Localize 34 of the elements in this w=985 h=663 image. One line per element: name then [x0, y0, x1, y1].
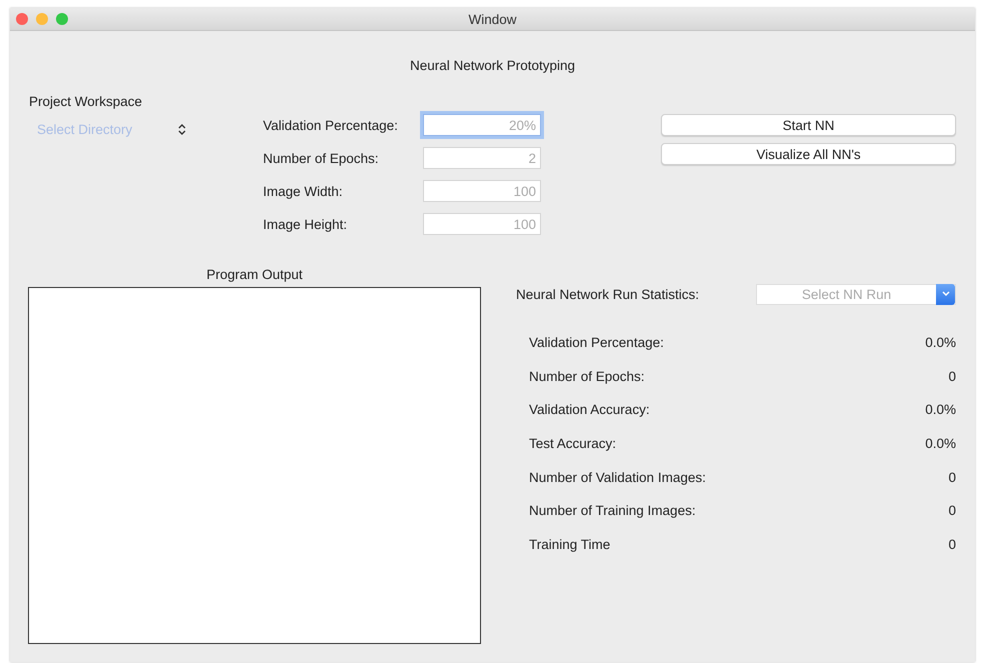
stat-label: Number of Epochs: [529, 368, 645, 384]
field-label: Validation Percentage: [263, 118, 399, 132]
input-field[interactable]: 2 [423, 147, 541, 169]
app-heading: Neural Network Prototyping [410, 58, 576, 73]
input-field[interactable]: 20% [423, 114, 541, 136]
section-label: Program Output [206, 267, 303, 282]
field-label: Number of Epochs: [263, 150, 380, 166]
stat-label: Training Time [529, 536, 610, 552]
section-label: Neural Network Run Statistics: [516, 286, 700, 302]
stat-label: Number of Training Images: [529, 503, 696, 518]
minimize-button[interactable] [36, 13, 48, 25]
stat-value: 0.0% [925, 335, 956, 350]
stat-value: 0 [948, 536, 956, 552]
stat-label: Validation Accuracy: [529, 402, 650, 418]
stat-label: Number of Validation Images: [529, 470, 706, 485]
close-button[interactable] [16, 13, 28, 25]
zoom-button[interactable] [56, 13, 68, 25]
window-title: Window [468, 12, 516, 26]
field-label: Image Width: [263, 184, 344, 198]
stat-label: Validation Percentage: [529, 335, 664, 350]
section-label: Project Workspace [29, 94, 144, 109]
push-button[interactable]: Visualize All NN's [661, 143, 956, 165]
input-field[interactable]: 100 [423, 180, 541, 202]
stat-value: 0 [948, 368, 956, 384]
input-field[interactable]: 100 [423, 213, 541, 235]
dropdown-chevron-icon [936, 284, 955, 304]
stat-value: 0.0% [925, 402, 956, 418]
field-label: Image Height: [263, 216, 348, 232]
stat-label: Test Accuracy: [529, 436, 616, 452]
stat-value: 0 [948, 503, 956, 518]
stat-value: 0 [948, 470, 956, 485]
up-down-arrows-icon [177, 123, 187, 136]
stat-value: 0.0% [925, 436, 956, 452]
push-button[interactable]: Start NN [661, 114, 956, 136]
